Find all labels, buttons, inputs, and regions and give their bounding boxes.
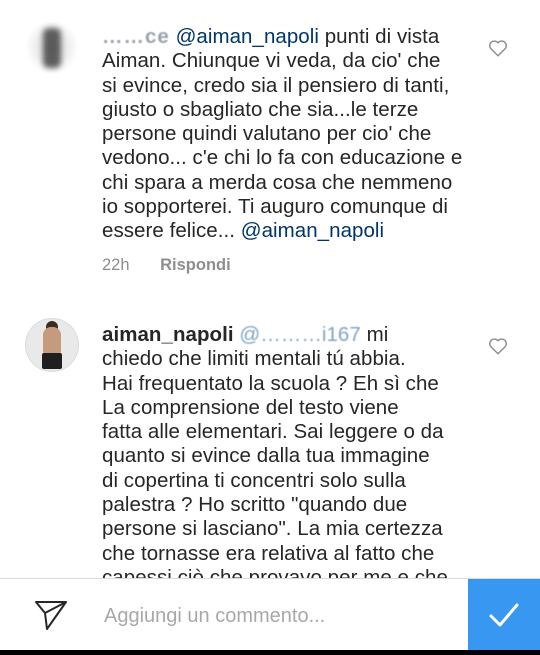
comment-text: aiman_napoli @………i167 mi chiedo che limi… — [102, 323, 448, 578]
send-icon[interactable] — [34, 599, 68, 631]
comment-mention[interactable]: @………i167 — [239, 323, 360, 346]
system-bar-edge — [0, 650, 540, 655]
reply-button[interactable]: Rispondi — [160, 256, 231, 274]
comment-meta: 22h Rispondi — [102, 256, 231, 275]
checkmark-icon — [489, 603, 519, 627]
comment-username[interactable]: ……ce — [102, 25, 170, 48]
comments-list: ……ce @aiman_napoli punti di vista Aiman.… — [0, 0, 540, 578]
post-button[interactable] — [468, 579, 540, 651]
comment-trailing-mention[interactable]: @aiman_napoli — [241, 219, 384, 242]
comment-mention[interactable]: @aiman_napoli — [176, 25, 319, 48]
heart-icon[interactable] — [488, 337, 508, 355]
heart-icon[interactable] — [488, 39, 508, 57]
avatar[interactable] — [25, 318, 79, 372]
comment-composer — [0, 578, 540, 651]
comment-input[interactable] — [102, 601, 446, 631]
avatar[interactable] — [25, 20, 79, 74]
comment-text: ……ce @aiman_napoli punti di vista Aiman.… — [102, 25, 463, 243]
comment-time: 22h — [102, 256, 130, 274]
comment-username[interactable]: aiman_napoli — [102, 323, 234, 346]
